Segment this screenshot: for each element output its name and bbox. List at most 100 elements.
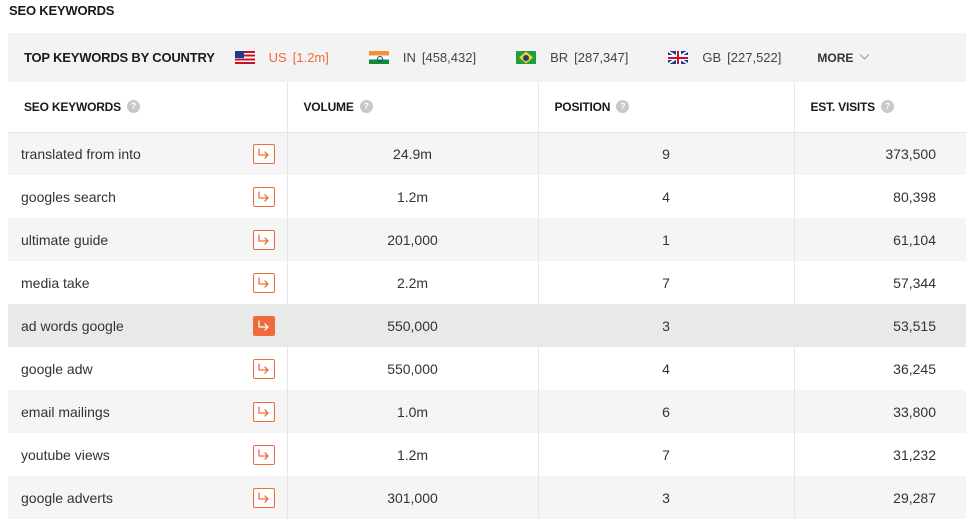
seo-keywords-panel: TOP KEYWORDS BY COUNTRY US [1.2m] IN [458,4… — [8, 33, 966, 521]
open-keyword-button[interactable] — [252, 272, 275, 293]
table-row[interactable]: google adw 550,000 4 36,245 — [8, 347, 966, 390]
est-visits-cell: 53,515 — [794, 304, 966, 347]
more-label: MORE — [817, 50, 854, 65]
open-keyword-button[interactable] — [252, 143, 275, 164]
volume-cell: 301,000 — [287, 476, 539, 519]
country-keyword-count: [227,522] — [727, 50, 782, 65]
country-bar-title: TOP KEYWORDS BY COUNTRY — [24, 50, 215, 65]
position-cell: 9 — [538, 132, 795, 175]
help-icon[interactable]: ? — [616, 100, 630, 114]
country-code: BR — [550, 50, 569, 65]
keyword-text: translated from into — [21, 145, 141, 162]
chevron-down-icon — [859, 49, 870, 60]
position-cell: 6 — [538, 390, 795, 433]
help-icon[interactable]: ? — [126, 100, 140, 114]
position-cell: 3 — [538, 304, 795, 347]
keyword-text: google adverts — [21, 489, 113, 506]
redirect-arrow-icon — [257, 405, 271, 418]
keyword-text: google adw — [21, 360, 93, 377]
keywords-table: SEO KEYWORDS? VOLUME? POSITION? EST. VIS… — [8, 82, 966, 519]
redirect-arrow-icon — [257, 148, 271, 160]
country-list: US [1.2m] IN [458,432] BR [287,347] GB [227,522… — [234, 50, 822, 65]
position-cell: 1 — [538, 218, 795, 261]
est-visits-cell: 61,104 — [794, 218, 966, 261]
open-keyword-button[interactable] — [252, 186, 275, 207]
help-icon[interactable]: ? — [359, 100, 373, 114]
country-keyword-count: [458,432] — [421, 50, 477, 65]
keyword-cell: google adw — [8, 347, 288, 390]
redirect-arrow-icon — [257, 491, 271, 504]
column-header-volume[interactable]: VOLUME? — [287, 82, 539, 133]
keyword-text: googles search — [21, 188, 116, 205]
volume-cell: 550,000 — [287, 347, 539, 390]
open-keyword-button[interactable] — [252, 444, 275, 465]
table-row[interactable]: media take 2.2m 7 57,344 — [8, 261, 966, 304]
country-item-us[interactable]: US [1.2m] — [234, 50, 329, 65]
table-body: translated from into 24.9m 9 373,500 googles… — [8, 132, 966, 519]
country-keyword-count: [287,347] — [574, 50, 629, 65]
section-title: SEO KEYWORDS — [9, 3, 115, 18]
country-item-br[interactable]: BR [287,347] — [516, 50, 628, 65]
country-code: GB — [702, 50, 722, 65]
open-keyword-button[interactable] — [252, 315, 275, 336]
table-row[interactable]: google adverts 301,000 3 29,287 — [8, 476, 966, 519]
country-item-in[interactable]: IN [458,432] — [368, 50, 477, 65]
table-row[interactable]: ultimate guide 201,000 1 61,104 — [8, 218, 966, 261]
redirect-arrow-icon — [257, 276, 271, 289]
open-keyword-button[interactable] — [252, 487, 275, 508]
position-cell: 4 — [538, 347, 795, 390]
keyword-text: media take — [21, 274, 90, 291]
volume-cell: 1.0m — [287, 390, 539, 433]
position-cell: 7 — [538, 261, 795, 304]
column-header-keywords[interactable]: SEO KEYWORDS? — [8, 82, 288, 133]
gb-flag-icon — [668, 51, 689, 64]
position-cell: 3 — [538, 476, 795, 519]
column-header-label: VOLUME — [303, 99, 354, 114]
table-row[interactable]: email mailings 1.0m 6 33,800 — [8, 390, 966, 433]
volume-cell: 1.2m — [287, 433, 539, 476]
country-code: IN — [402, 50, 416, 65]
redirect-arrow-icon — [257, 319, 271, 332]
table-row[interactable]: youtube views 1.2m 7 31,232 — [8, 433, 966, 476]
keyword-cell: ultimate guide — [8, 218, 288, 261]
table-header-row: SEO KEYWORDS? VOLUME? POSITION? EST. VIS… — [8, 82, 966, 133]
est-visits-cell: 29,287 — [794, 476, 966, 519]
more-countries-button[interactable]: MORE — [817, 49, 870, 65]
volume-cell: 1.2m — [287, 175, 539, 218]
keyword-cell: email mailings — [8, 390, 288, 433]
redirect-arrow-icon — [257, 448, 271, 461]
est-visits-cell: 33,800 — [794, 390, 966, 433]
table-row[interactable]: googles search 1.2m 4 80,398 — [8, 175, 966, 218]
keyword-text: email mailings — [21, 403, 110, 420]
keyword-cell: ad words google — [8, 304, 288, 347]
help-icon[interactable]: ? — [881, 100, 894, 114]
volume-cell: 2.2m — [287, 261, 539, 304]
table-row[interactable]: ad words google 550,000 3 53,515 — [8, 304, 966, 347]
column-header-label: POSITION — [554, 99, 611, 114]
position-cell: 7 — [538, 433, 795, 476]
in-flag-icon — [368, 51, 389, 64]
table-row[interactable]: translated from into 24.9m 9 373,500 — [8, 132, 966, 175]
br-flag-icon — [516, 51, 537, 64]
est-visits-cell: 80,398 — [794, 175, 966, 218]
redirect-arrow-icon — [257, 190, 271, 203]
column-header-position[interactable]: POSITION? — [538, 82, 795, 133]
column-header-est-visits[interactable]: EST. VISITS? — [794, 82, 966, 133]
keyword-cell: googles search — [8, 175, 288, 218]
country-keyword-count: [1.2m] — [292, 50, 329, 65]
open-keyword-button[interactable] — [252, 401, 275, 422]
open-keyword-button[interactable] — [252, 358, 275, 379]
keyword-cell: youtube views — [8, 433, 288, 476]
volume-cell: 550,000 — [287, 304, 539, 347]
country-bar: TOP KEYWORDS BY COUNTRY US [1.2m] IN [458,4… — [8, 33, 966, 82]
keyword-cell: media take — [8, 261, 288, 304]
country-item-gb[interactable]: GB [227,522] — [668, 50, 781, 65]
country-code: US — [268, 50, 287, 65]
volume-cell: 201,000 — [287, 218, 539, 261]
open-keyword-button[interactable] — [252, 229, 275, 250]
est-visits-cell: 373,500 — [794, 132, 966, 175]
keyword-cell: translated from into — [8, 132, 288, 175]
redirect-arrow-icon — [257, 362, 271, 375]
est-visits-cell: 31,232 — [794, 433, 966, 476]
column-header-label: SEO KEYWORDS — [24, 99, 121, 114]
